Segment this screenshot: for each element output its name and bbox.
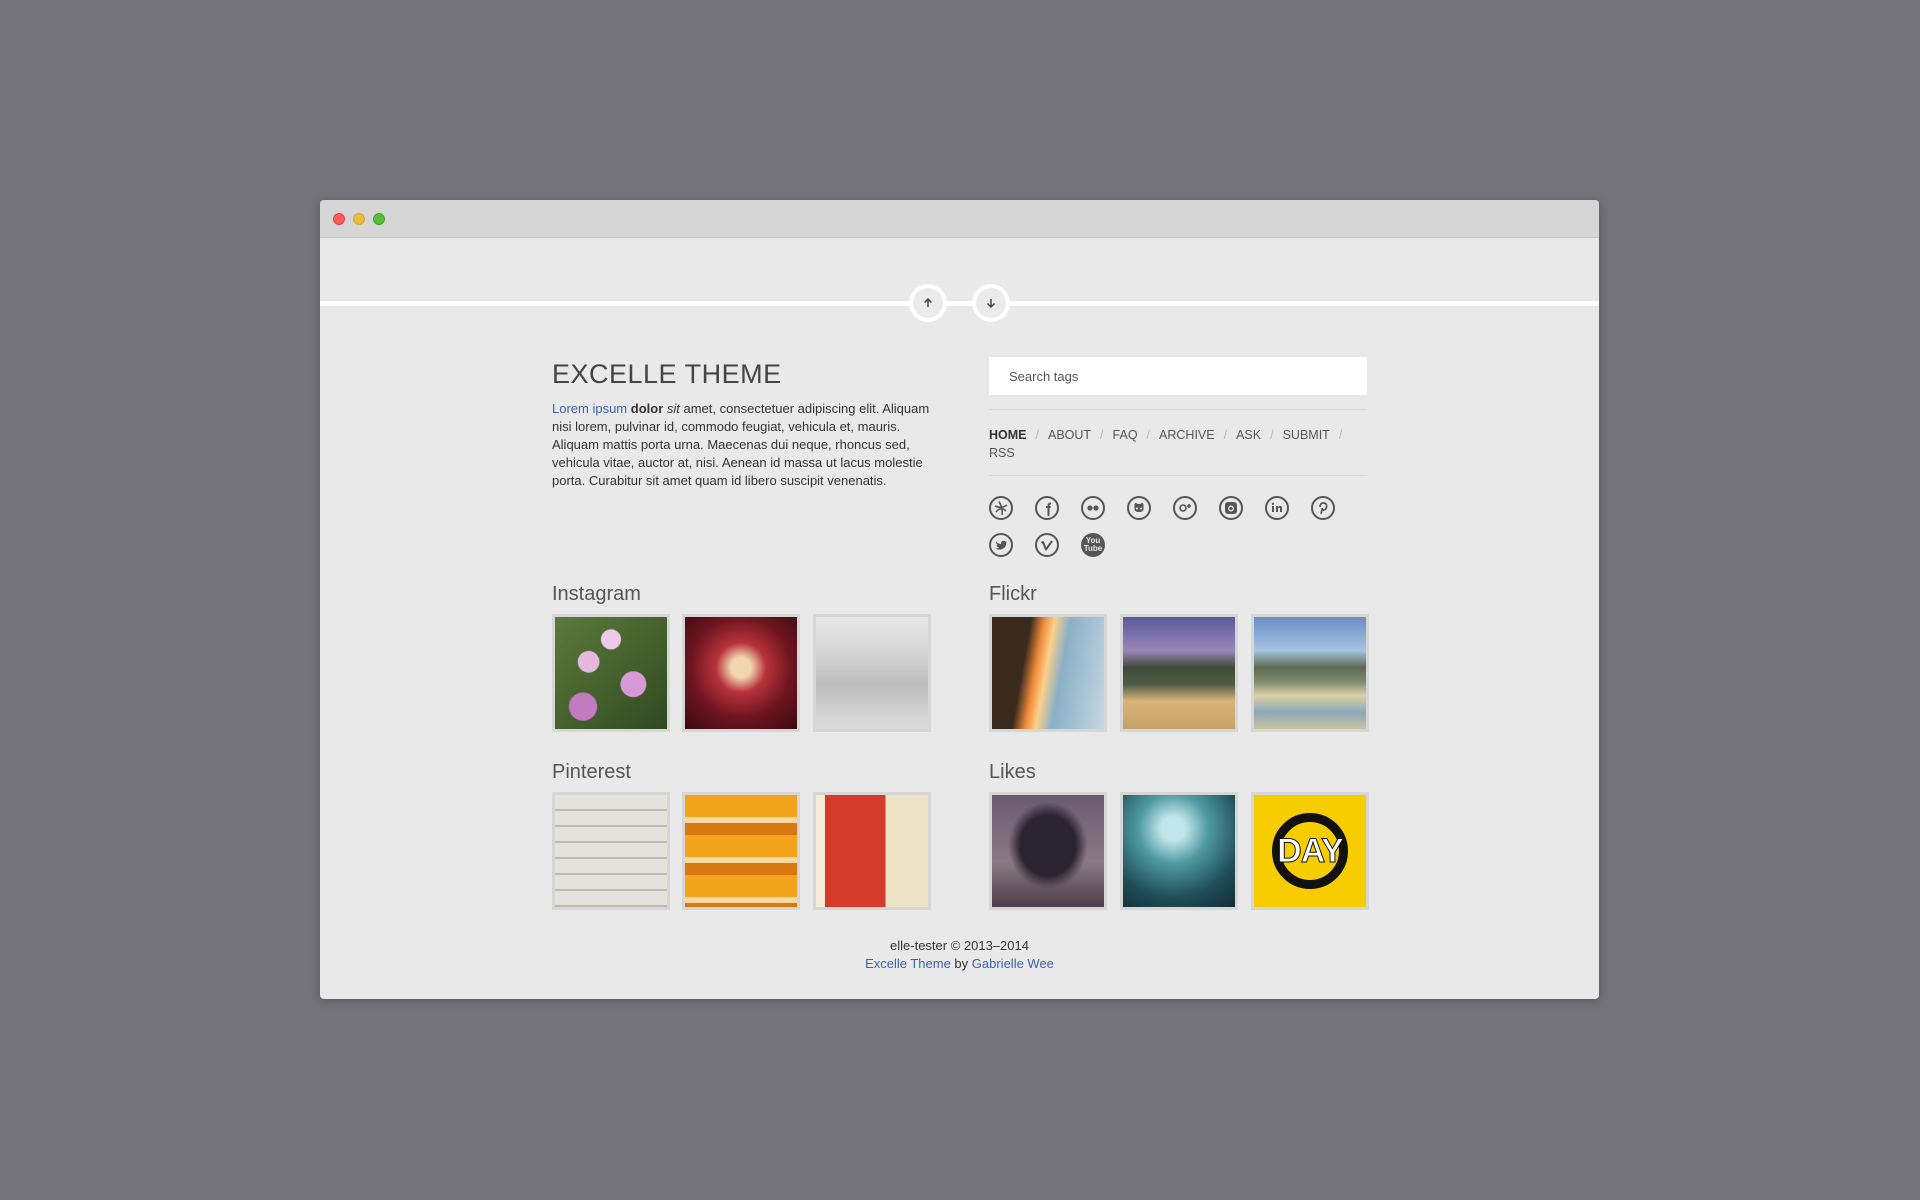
browser-window: EXCELLE THEME Lorem ipsum dolor sit amet… — [320, 200, 1599, 999]
nav-separator: / — [1338, 428, 1343, 442]
description-link[interactable]: Lorem ipsum — [552, 401, 627, 416]
nav-separator: / — [1223, 428, 1228, 442]
likes-heading: Likes — [989, 761, 1036, 783]
copyright-text: elle-tester © 2013–2014 — [890, 938, 1029, 953]
likes-photo-2[interactable] — [1120, 792, 1238, 910]
youtube-icon-label-bottom: Tube — [1083, 544, 1103, 553]
flickr-icon[interactable] — [1081, 496, 1105, 520]
nav-archive[interactable]: ARCHIVE — [1159, 428, 1215, 442]
vimeo-icon[interactable] — [1035, 533, 1059, 557]
maximize-button[interactable] — [373, 213, 385, 225]
instagram-icon[interactable] — [1219, 496, 1243, 520]
minimize-button[interactable] — [353, 213, 365, 225]
instagram-photo-2[interactable] — [682, 614, 800, 732]
nav-home[interactable]: HOME — [989, 428, 1027, 442]
navigation-menu: HOME / ABOUT / FAQ / ARCHIVE / ASK / SUBMIT / RSS — [989, 426, 1369, 462]
arrow-down-icon — [986, 299, 996, 309]
linkedin-icon[interactable] — [1265, 496, 1289, 520]
twitter-icon[interactable] — [989, 533, 1013, 557]
pinterest-icon[interactable] — [1311, 496, 1335, 520]
nav-divider-bottom — [989, 475, 1367, 476]
scroll-down-button[interactable] — [972, 284, 1010, 322]
nav-divider-top — [989, 409, 1367, 410]
blog-description: Lorem ipsum dolor sit amet, consectetuer… — [552, 400, 932, 490]
instagram-photo-3[interactable] — [813, 614, 931, 732]
title-bar — [320, 200, 1599, 238]
youtube-icon[interactable]: You Tube — [1081, 533, 1105, 557]
description-italic: sit — [666, 401, 680, 416]
day-badge-text: DAY — [1277, 831, 1345, 870]
pinterest-pin-3[interactable] — [813, 792, 931, 910]
pinterest-pin-1[interactable] — [552, 792, 670, 910]
flickr-photo-1[interactable] — [989, 614, 1107, 732]
arrow-up-icon — [923, 297, 933, 307]
nav-separator: / — [1146, 428, 1151, 442]
nav-submit[interactable]: SUBMIT — [1283, 428, 1330, 442]
pinterest-pin-2[interactable] — [682, 792, 800, 910]
flickr-photo-3[interactable] — [1251, 614, 1369, 732]
dribbble-icon[interactable] — [989, 496, 1013, 520]
instagram-photo-1[interactable] — [552, 614, 670, 732]
likes-photo-1[interactable] — [989, 792, 1107, 910]
likes-photo-3[interactable]: DAY — [1251, 792, 1369, 910]
footer: elle-tester © 2013–2014 Excelle Theme by… — [320, 937, 1599, 973]
theme-credit: Excelle Theme by Gabrielle Wee — [320, 955, 1599, 973]
credit-by: by — [950, 956, 972, 971]
theme-link[interactable]: Excelle Theme — [865, 956, 951, 971]
description-bold: dolor — [630, 401, 664, 416]
nav-rss[interactable]: RSS — [989, 446, 1015, 460]
flickr-heading: Flickr — [989, 583, 1037, 605]
google-plus-icon[interactable] — [1173, 496, 1197, 520]
blog-title: EXCELLE THEME — [552, 359, 782, 389]
nav-separator: / — [1100, 428, 1104, 442]
pinterest-heading: Pinterest — [552, 761, 631, 783]
nav-about[interactable]: ABOUT — [1048, 428, 1091, 442]
header-divider — [320, 301, 1599, 306]
close-button[interactable] — [333, 213, 345, 225]
flickr-photo-2[interactable] — [1120, 614, 1238, 732]
search-input[interactable] — [989, 357, 1367, 395]
github-icon[interactable] — [1127, 496, 1151, 520]
facebook-icon[interactable] — [1035, 496, 1059, 520]
nav-ask[interactable]: ASK — [1236, 428, 1261, 442]
instagram-heading: Instagram — [552, 583, 641, 605]
nav-separator: / — [1035, 428, 1039, 442]
nav-separator: / — [1270, 428, 1274, 442]
author-link[interactable]: Gabrielle Wee — [972, 956, 1054, 971]
nav-faq[interactable]: FAQ — [1113, 428, 1138, 442]
scroll-up-button[interactable] — [909, 284, 947, 322]
day-badge: DAY — [1272, 813, 1348, 889]
